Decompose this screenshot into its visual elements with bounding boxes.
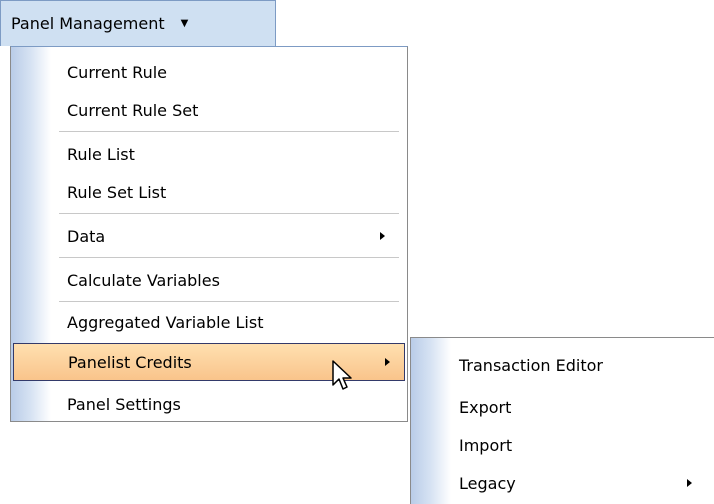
menu-item-label: Panel Settings [67, 394, 181, 414]
panel-management-menu-button[interactable]: Panel Management ▼ [0, 0, 276, 46]
submenu-arrow-icon [687, 479, 692, 487]
menu-item-current-rule[interactable]: Current Rule [51, 53, 399, 91]
triangle-down-icon: ▼ [180, 18, 189, 29]
menu-item-rule-set-list[interactable]: Rule Set List [51, 173, 399, 211]
mouse-pointer-icon [332, 360, 352, 390]
panelist-credits-submenu: Transaction Editor Export Import Legacy [410, 337, 714, 504]
menu-item-label: Data [67, 226, 106, 246]
menu-item-label: Export [459, 397, 512, 417]
menu-divider [59, 213, 399, 214]
menu-item-current-rule-set[interactable]: Current Rule Set [51, 91, 399, 129]
menu-item-label: Panelist Credits [68, 352, 192, 372]
menu-divider [59, 257, 399, 258]
menu-item-label: Current Rule Set [67, 100, 199, 120]
menu-divider [59, 131, 399, 132]
submenu-arrow-icon [380, 232, 385, 240]
menu-item-export[interactable]: Export [451, 388, 706, 426]
menu-item-import[interactable]: Import [451, 426, 706, 464]
menu-item-label: Transaction Editor [459, 355, 603, 375]
menu-item-label: Import [459, 435, 513, 455]
submenu-arrow-icon [385, 358, 390, 366]
menu-divider [59, 301, 399, 302]
menu-item-label: Legacy [459, 473, 516, 493]
menu-item-label: Rule Set List [67, 182, 167, 202]
menu-item-rule-list[interactable]: Rule List [51, 135, 399, 173]
menu-item-data[interactable]: Data [51, 217, 399, 255]
menu-title: Panel Management [11, 14, 165, 33]
menu-item-label: Rule List [67, 144, 135, 164]
menu-item-label: Aggregated Variable List [67, 312, 264, 332]
menu-item-transaction-editor[interactable]: Transaction Editor [451, 346, 706, 384]
menu-item-legacy[interactable]: Legacy [451, 464, 706, 502]
menu-item-aggregated-variable-list[interactable]: Aggregated Variable List [51, 303, 399, 341]
menu-item-label: Calculate Variables [67, 270, 220, 290]
menu-item-label: Current Rule [67, 62, 168, 82]
menu-item-calculate-variables[interactable]: Calculate Variables [51, 261, 399, 299]
